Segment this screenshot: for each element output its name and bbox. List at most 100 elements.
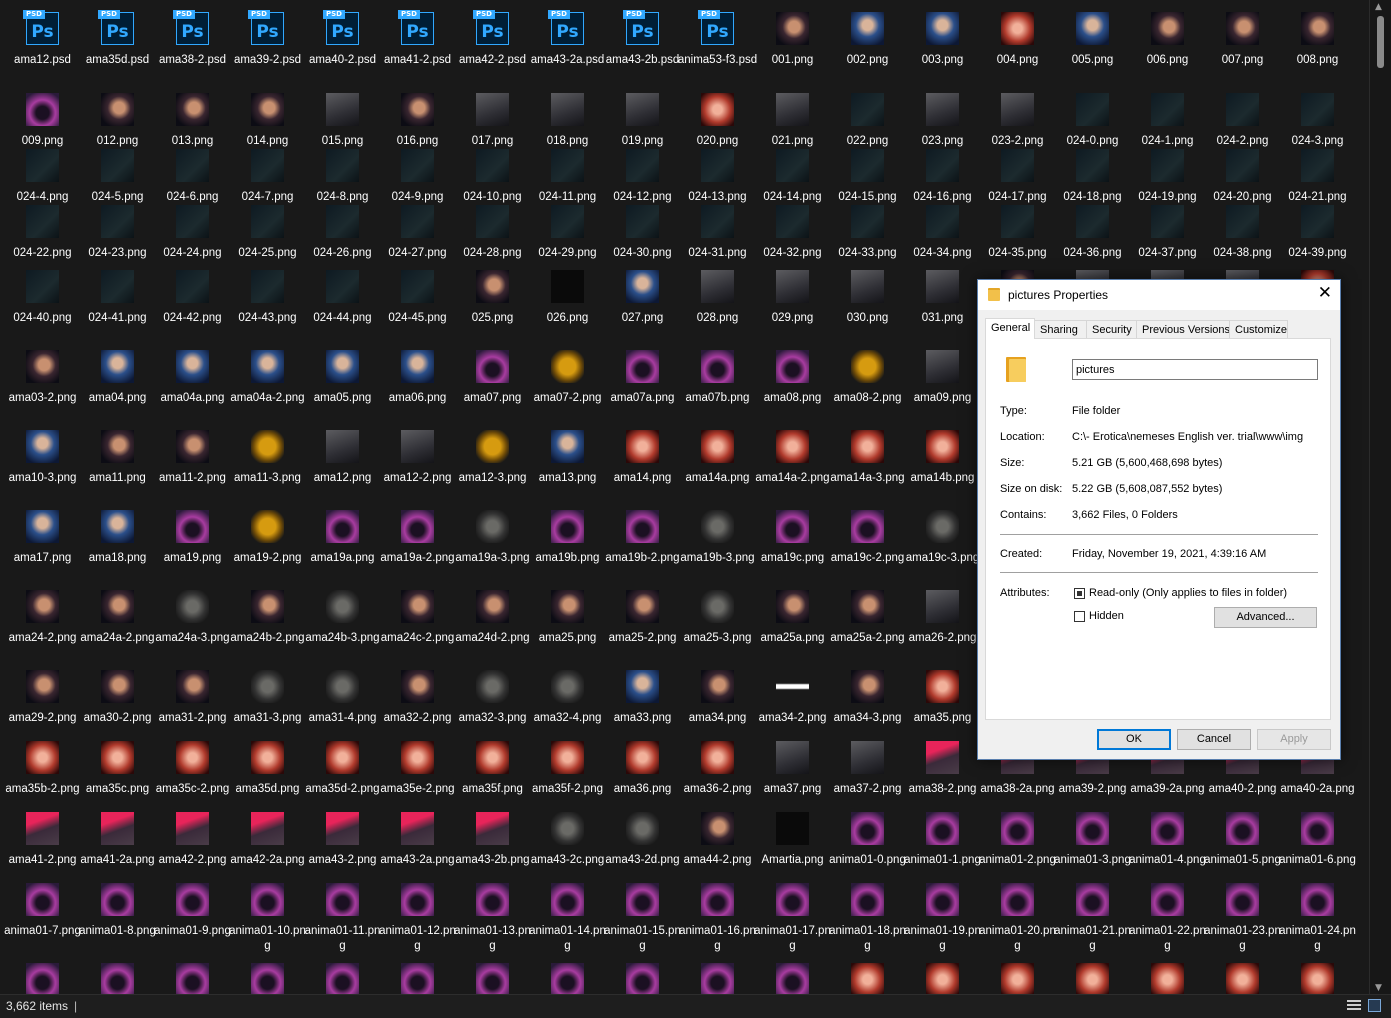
file-name: ama38-2a.png bbox=[980, 783, 1055, 795]
file-name: 025.png bbox=[471, 312, 514, 324]
scroll-down-arrow-icon[interactable]: ▼ bbox=[1375, 983, 1382, 993]
file-name: ama41-2.psd bbox=[383, 54, 452, 66]
readonly-checkbox[interactable] bbox=[1074, 588, 1085, 599]
image-thumbnail bbox=[551, 963, 584, 995]
image-thumbnail bbox=[1301, 12, 1334, 45]
file-name: ama07a.png bbox=[610, 392, 675, 404]
attributes-label: Attributes: bbox=[1000, 587, 1050, 599]
scroll-up-arrow-icon[interactable]: ▲ bbox=[1375, 2, 1382, 12]
image-thumbnail bbox=[1076, 12, 1109, 45]
file-name: ama09.png bbox=[913, 392, 972, 404]
hidden-label[interactable]: Hidden bbox=[1089, 610, 1124, 622]
image-thumbnail bbox=[251, 883, 284, 916]
file-name: 023-2.png bbox=[991, 135, 1044, 147]
image-thumbnail bbox=[851, 670, 884, 703]
file-name: anima01-3.png bbox=[1054, 854, 1131, 866]
file-name: 024-13.png bbox=[688, 191, 747, 203]
image-thumbnail bbox=[1301, 963, 1334, 995]
file-name: ama06.png bbox=[388, 392, 447, 404]
ok-button[interactable]: OK bbox=[1097, 729, 1171, 750]
image-thumbnail bbox=[776, 93, 809, 126]
readonly-label[interactable]: Read-only (Only applies to files in fold… bbox=[1089, 587, 1287, 599]
file-name: anima01-24.png bbox=[1279, 925, 1356, 952]
tab-security[interactable]: Security bbox=[1086, 320, 1137, 338]
tab-customize[interactable]: Customize bbox=[1229, 320, 1288, 338]
image-thumbnail bbox=[851, 205, 884, 238]
file-name: Amartia.png bbox=[761, 854, 824, 866]
image-thumbnail bbox=[26, 205, 59, 238]
image-thumbnail bbox=[701, 205, 734, 238]
file-name: ama19a-2.png bbox=[380, 552, 455, 564]
hidden-checkbox[interactable] bbox=[1074, 611, 1085, 622]
image-thumbnail bbox=[551, 670, 584, 703]
image-thumbnail bbox=[401, 741, 434, 774]
image-thumbnail bbox=[476, 670, 509, 703]
file-name: ama29-2.png bbox=[8, 712, 77, 724]
file-name: ama18.png bbox=[88, 552, 147, 564]
folder-icon bbox=[988, 288, 1000, 301]
large-icons-view-icon[interactable] bbox=[1368, 999, 1381, 1012]
image-thumbnail bbox=[551, 883, 584, 916]
tab-sharing[interactable]: Sharing bbox=[1034, 320, 1087, 338]
image-thumbnail bbox=[176, 149, 209, 182]
image-thumbnail bbox=[701, 350, 734, 383]
file-name: ama40-2.psd bbox=[308, 54, 377, 66]
file-name: ama42-2.png bbox=[158, 854, 227, 866]
file-name: anima01-5.png bbox=[1204, 854, 1281, 866]
file-name: ama25.png bbox=[538, 632, 597, 644]
image-thumbnail bbox=[1076, 883, 1109, 916]
image-thumbnail bbox=[401, 149, 434, 182]
folder-name-input[interactable] bbox=[1072, 359, 1318, 380]
file-name: ama43-2b.png bbox=[455, 854, 530, 866]
file-name: 024-36.png bbox=[1063, 247, 1122, 259]
close-icon[interactable]: ✕ bbox=[1318, 284, 1332, 302]
image-thumbnail bbox=[926, 350, 959, 383]
image-thumbnail bbox=[401, 430, 434, 463]
image-thumbnail bbox=[1151, 963, 1184, 995]
file-name: ama17.png bbox=[13, 552, 72, 564]
file-name: ama19-2.png bbox=[233, 552, 302, 564]
file-name: 024-14.png bbox=[763, 191, 822, 203]
image-thumbnail bbox=[1001, 812, 1034, 845]
size-on-disk-label: Size on disk: bbox=[1000, 483, 1063, 495]
image-thumbnail bbox=[926, 12, 959, 45]
image-thumbnail bbox=[626, 430, 659, 463]
file-name: 024-32.png bbox=[763, 247, 822, 259]
image-thumbnail bbox=[326, 963, 359, 995]
image-thumbnail bbox=[26, 741, 59, 774]
image-thumbnail bbox=[551, 205, 584, 238]
image-thumbnail bbox=[701, 963, 734, 995]
file-name: ama34-3.png bbox=[833, 712, 902, 724]
file-name: 024-31.png bbox=[688, 247, 747, 259]
apply-button[interactable]: Apply bbox=[1257, 729, 1331, 750]
file-name: ama34-2.png bbox=[758, 712, 827, 724]
image-thumbnail bbox=[626, 590, 659, 623]
file-name: ama19.png bbox=[163, 552, 222, 564]
file-name: anima01-17.png bbox=[754, 925, 831, 952]
file-name: ama24c-2.png bbox=[380, 632, 455, 644]
image-thumbnail bbox=[101, 270, 134, 303]
file-name: ama25-3.png bbox=[683, 632, 752, 644]
file-name: 024-42.png bbox=[163, 312, 222, 324]
file-name: 024-37.png bbox=[1138, 247, 1197, 259]
tab-general[interactable]: General bbox=[985, 318, 1035, 339]
image-thumbnail bbox=[626, 93, 659, 126]
image-thumbnail bbox=[626, 963, 659, 995]
advanced-button[interactable]: Advanced... bbox=[1214, 607, 1317, 628]
tab-previous-versions[interactable]: Previous Versions bbox=[1136, 320, 1230, 338]
image-thumbnail bbox=[926, 741, 959, 774]
file-name: anima01-22.png bbox=[1129, 925, 1206, 952]
image-thumbnail bbox=[251, 510, 284, 543]
file-name: 024-16.png bbox=[913, 191, 972, 203]
file-name: anima01-8.png bbox=[79, 925, 156, 937]
dialog-titlebar[interactable]: pictures Properties ✕ bbox=[978, 280, 1340, 310]
details-view-icon[interactable] bbox=[1347, 1000, 1361, 1011]
vertical-scrollbar[interactable]: ▲ ▼ bbox=[1369, 0, 1391, 995]
image-thumbnail bbox=[551, 430, 584, 463]
dialog-title: pictures Properties bbox=[1008, 288, 1109, 302]
image-thumbnail bbox=[1151, 883, 1184, 916]
cancel-button[interactable]: Cancel bbox=[1177, 729, 1251, 750]
file-name: 024-4.png bbox=[16, 191, 69, 203]
scroll-thumb[interactable] bbox=[1377, 16, 1384, 68]
image-thumbnail bbox=[776, 270, 809, 303]
